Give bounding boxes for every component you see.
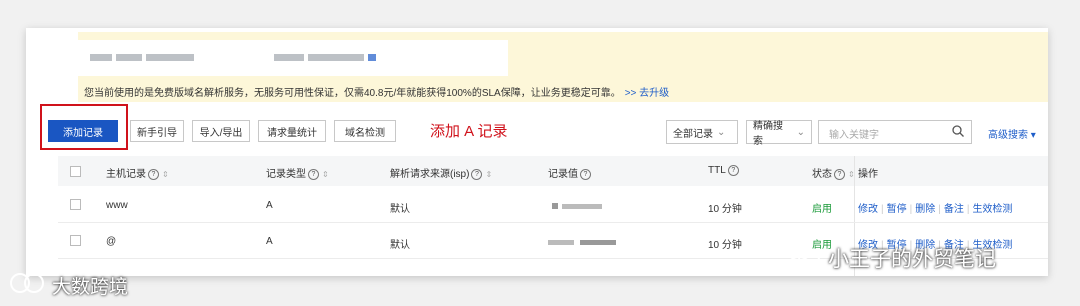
col-host[interactable]: 主机记录? ⇕ [106,165,169,180]
advanced-search-label: 高级搜索 [988,130,1028,141]
redacted-text [308,54,364,61]
advanced-search-link[interactable]: 高级搜索 ▾ [988,126,1036,141]
search-placeholder: 输入关键字 [829,130,879,141]
isp-cell: 默认 [390,204,410,215]
request-stats-button[interactable]: 请求量统计 [258,120,326,142]
annotation-label: 添加 A 记录 [430,123,508,140]
col-status: 状态? ⇕ [812,165,855,180]
brand-logo-icon [10,273,44,293]
redacted-text [146,54,194,61]
pause-link[interactable]: 暂停 [887,204,907,215]
notice-message: 您当前使用的是免费版域名解析服务，无服务可用性保证，仅需40.8元/年就能获得1… [84,88,621,99]
col-ttl-label: TTL [708,165,726,177]
check-link[interactable]: 生效检测 [972,204,1012,215]
redacted-text [116,54,142,61]
record-filter-value: 全部记录 [673,128,713,140]
caret-down-icon: ▾ [1030,130,1036,141]
help-icon[interactable]: ? [834,168,845,180]
import-export-button[interactable]: 导入/导出 [192,120,250,142]
domain-info-box [78,40,508,76]
row-checkbox[interactable] [70,199,81,210]
search-mode-value: 精确搜索 [753,121,783,147]
search-input[interactable]: 输入关键字 [818,120,972,144]
record-filter-select[interactable]: 全部记录 ⌄ [666,120,738,144]
sort-icon[interactable]: ⇕ [162,170,169,179]
redacted-text [368,54,376,61]
row-actions: 修改 | 暂停 | 删除 | 备注 | 生效检测 [858,204,1013,215]
upgrade-link[interactable]: >> 去升级 [625,88,669,99]
delete-link[interactable]: 删除 [915,204,935,215]
value-cell-redacted [548,237,616,248]
redacted-text [274,54,304,61]
ttl-cell: 10 分钟 [708,204,742,215]
table-header: 主机记录? ⇕ 记录类型? ⇕ 解析请求来源(isp)? ⇕ 记录值? TTL? 状态… [58,156,1048,186]
col-ttl: TTL? [708,165,739,176]
redacted-text [90,54,112,61]
dns-console-panel: 您当前使用的是免费版域名解析服务，无服务可用性保证，仅需40.8元/年就能获得1… [26,28,1048,276]
sort-icon[interactable]: ⇕ [485,170,492,179]
edit-link[interactable]: 修改 [858,204,878,215]
host-cell: www [106,200,128,211]
brand-watermark: 大数跨境 [52,276,129,298]
ttl-cell: 10 分钟 [708,240,742,251]
beginner-guide-button[interactable]: 新手引导 [130,120,184,142]
upgrade-notice-banner: 您当前使用的是免费版域名解析服务，无服务可用性保证，仅需40.8元/年就能获得1… [78,32,1048,102]
col-value-label: 记录值 [548,169,578,180]
type-cell: A [266,236,273,247]
isp-cell: 默认 [390,240,410,251]
wechat-watermark: 小王子的外贸笔记 [828,247,996,271]
search-icon[interactable] [951,124,965,138]
col-type[interactable]: 记录类型? ⇕ [266,165,329,180]
chevron-down-icon: ⌄ [717,126,726,138]
col-actions: 操作 [858,169,878,180]
value-cell-redacted [552,201,602,212]
sort-icon[interactable]: ⇕ [322,170,329,179]
help-icon[interactable]: ? [727,165,739,176]
col-host-label: 主机记录 [106,169,146,180]
remark-link[interactable]: 备注 [944,204,964,215]
help-icon[interactable]: ? [308,168,319,180]
notice-text: 您当前使用的是免费版域名解析服务，无服务可用性保证，仅需40.8元/年就能获得1… [84,84,669,99]
col-status-label: 状态 [812,169,832,180]
wechat-icon [787,241,820,266]
col-isp: 解析请求来源(isp)? ⇕ [390,165,492,180]
domain-check-button[interactable]: 域名检测 [334,120,396,142]
col-isp-label: 解析请求来源(isp) [390,169,470,180]
highlight-frame [40,104,128,150]
row-checkbox[interactable] [70,235,81,246]
search-mode-select[interactable]: 精确搜索 ⌄ [746,120,812,147]
chevron-down-icon: ⌄ [796,126,805,138]
type-cell: A [266,200,273,211]
help-icon[interactable]: ? [471,168,483,180]
col-value: 记录值? [548,165,591,180]
table-row: www A 默认 10 分钟 启用 修改 | 暂停 | 删除 | 备注 | 生效检测 [58,188,1048,223]
host-cell: @ [106,236,117,247]
col-type-label: 记录类型 [266,169,306,180]
toolbar: 添加记录 新手引导 导入/导出 请求量统计 域名检测 全部记录 ⌄ 精确搜索 ⌄… [26,108,1048,148]
help-icon[interactable]: ? [580,168,591,180]
select-all-checkbox[interactable] [70,166,81,177]
help-icon[interactable]: ? [148,168,159,180]
status-cell: 启用 [812,204,832,215]
